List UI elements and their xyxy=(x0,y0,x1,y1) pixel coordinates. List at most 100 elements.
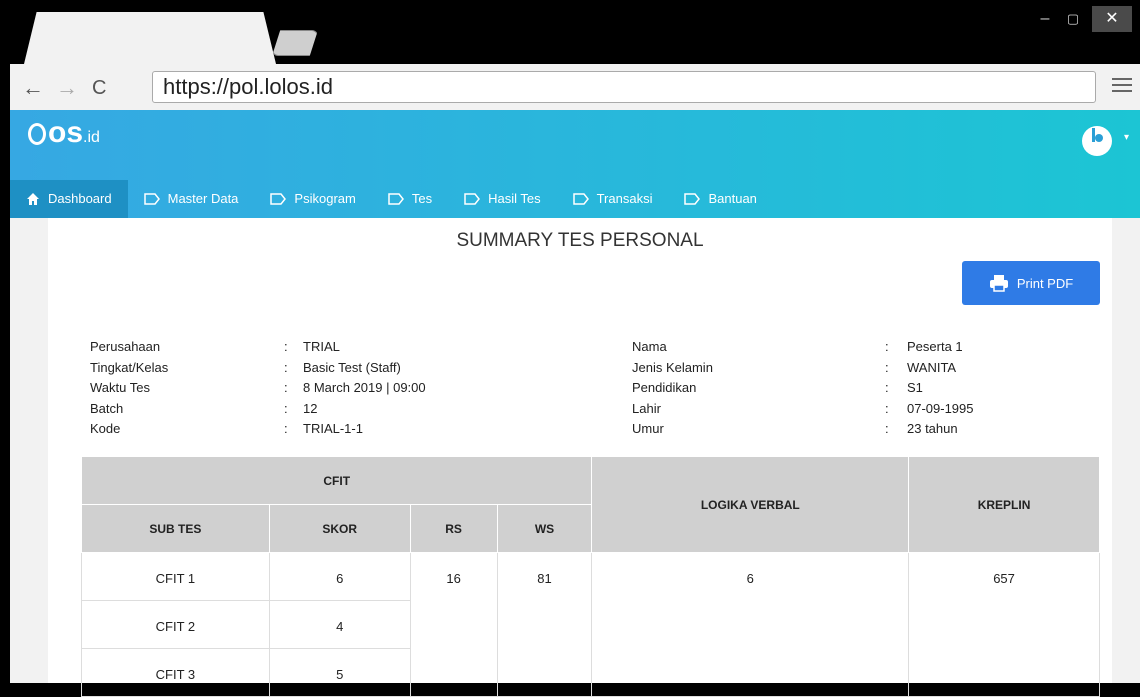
info-sep: : xyxy=(885,421,889,436)
info-sep: : xyxy=(284,421,288,436)
info-label: Jenis Kelamin xyxy=(632,359,713,375)
maximize-button[interactable]: ▢ xyxy=(1060,6,1086,32)
cell-rs: 16 xyxy=(409,552,498,697)
info-label: Tingkat/Kelas xyxy=(90,359,169,375)
info-label: Lahir xyxy=(632,400,661,416)
header-rs: RS xyxy=(409,504,498,553)
info-row: Jenis Kelamin: WANITA xyxy=(632,358,1092,379)
printer-icon xyxy=(989,275,1008,292)
info-row: Pendidikan: S1 xyxy=(632,378,1092,399)
page-title: SUMMARY TES PERSONAL xyxy=(456,230,704,251)
browser-tab[interactable] xyxy=(24,12,276,64)
tab-strip: – ▢ ✕ xyxy=(10,0,1140,64)
info-row: Waktu Tes:8 March 2019 | 09:00 xyxy=(90,378,590,399)
info-label: Perusahaan xyxy=(90,339,161,354)
info-value: TRIAL xyxy=(303,339,340,354)
print-pdf-label: Print PDF xyxy=(1016,275,1074,291)
close-window-button[interactable]: ✕ xyxy=(1092,6,1132,32)
nav-item-dashboard[interactable]: Dashboard xyxy=(10,180,128,218)
cell-skor: 5 xyxy=(268,648,411,697)
tag-icon xyxy=(388,193,404,205)
chevron-down-icon[interactable]: ▾ xyxy=(1124,132,1129,143)
info-value: TRIAL-1-1 xyxy=(303,421,363,436)
address-bar[interactable]: https://pol.lolos.id xyxy=(152,71,1096,103)
info-value: 23 tahun xyxy=(907,421,958,436)
nav-item-hasil-tes[interactable]: Hasil Tes xyxy=(448,180,557,218)
info-value: 12 xyxy=(303,400,318,416)
info-sep: : xyxy=(284,400,288,416)
info-row: Perusahaan: TRIAL xyxy=(90,337,590,358)
app-header: os.id ▾ xyxy=(10,110,1140,180)
hamburger-menu-icon[interactable] xyxy=(1112,74,1132,98)
back-arrow-icon[interactable]: ← xyxy=(22,74,44,102)
cell-sub-tes: CFIT 1 xyxy=(81,552,270,601)
info-row: Nama: Peserta 1 xyxy=(632,337,1092,358)
cell-skor: 6 xyxy=(268,552,411,601)
info-row: Tingkat/Kelas: Basic Test (Staff) xyxy=(90,358,590,379)
header-kreplin: KREPLIN xyxy=(908,456,1100,553)
header-ws: WS xyxy=(496,504,593,553)
info-label: Batch xyxy=(90,400,124,416)
tag-icon xyxy=(143,193,160,205)
tag-icon xyxy=(572,193,589,205)
nav-item-tes[interactable]: Tes xyxy=(372,180,448,218)
header-logika-verbal: LOGIKA VERBAL xyxy=(591,456,910,553)
summary-table: CFIT LOGIKA VERBAL KREPLIN SUB TES SKOR … xyxy=(80,456,1100,697)
new-tab-button[interactable] xyxy=(272,30,318,56)
avatar[interactable] xyxy=(1082,126,1112,156)
info-row: Lahir: 07-09-1995 xyxy=(632,399,1092,420)
info-label: Umur xyxy=(632,421,664,436)
minimize-button[interactable]: – xyxy=(1032,6,1058,32)
info-sep: : xyxy=(284,380,288,395)
nav-item-transaksi[interactable]: Transaksi xyxy=(557,180,669,218)
reload-icon[interactable]: C xyxy=(92,74,106,102)
table-row: CFIT 1 6 16 81 6 657 xyxy=(81,552,1100,697)
forward-arrow-icon[interactable]: → xyxy=(56,74,78,102)
info-row: Kode: TRIAL-1-1 xyxy=(90,419,590,440)
info-left: Perusahaan: TRIAL Tingkat/Kelas: Basic Tes… xyxy=(90,337,590,440)
nav-item-label: Psikogram xyxy=(294,191,356,206)
nav-item-bantuan[interactable]: Bantuan xyxy=(668,180,772,218)
table-header-row: CFIT LOGIKA VERBAL KREPLIN xyxy=(80,456,1100,553)
info-row: Batch:12 xyxy=(90,399,590,420)
cell-logika-verbal: 6 xyxy=(591,552,910,697)
logo-suffix: .id xyxy=(83,129,100,146)
info-sep: : xyxy=(885,380,889,395)
header-sub-tes: SUB TES xyxy=(81,504,270,553)
logo-text: os xyxy=(48,116,84,149)
info-value: Basic Test (Staff) xyxy=(303,359,401,375)
header-cfit: CFIT xyxy=(80,456,593,505)
browser-window: – ▢ ✕ ← → C https://pol.lolos.id os.id ▾… xyxy=(10,0,1140,697)
info-label: Pendidikan xyxy=(632,380,697,395)
nav-item-psikogram[interactable]: Psikogram xyxy=(254,180,371,218)
nav-item-master-data[interactable]: Master Data xyxy=(128,180,255,218)
home-icon xyxy=(27,193,39,205)
info-value: 8 March 2019 | 09:00 xyxy=(303,380,426,395)
nav-item-label: Tes xyxy=(411,191,433,206)
cell-sub-tes: CFIT 2 xyxy=(81,600,270,649)
nav-item-label: Dashboard xyxy=(48,191,112,206)
info-sep: : xyxy=(284,359,288,375)
info-value: 07-09-1995 xyxy=(907,400,974,416)
info-sep: : xyxy=(885,400,889,416)
logo-mark-icon xyxy=(28,123,46,146)
info-label: Nama xyxy=(632,339,667,354)
info-sep: : xyxy=(885,359,889,375)
cell-sub-tes: CFIT 3 xyxy=(81,648,270,697)
tag-icon xyxy=(684,193,701,205)
logo[interactable]: os.id xyxy=(28,116,100,150)
nav-item-label: Master Data xyxy=(167,191,239,206)
info-value: S1 xyxy=(907,380,923,395)
user-logo-icon xyxy=(1092,128,1103,142)
info-right: Nama: Peserta 1 Jenis Kelamin: WANITA Pend… xyxy=(632,337,1092,440)
info-value: Peserta 1 xyxy=(907,339,963,354)
print-pdf-button[interactable]: Print PDF xyxy=(962,261,1100,305)
cell-ws: 81 xyxy=(496,552,593,697)
content-panel: SUMMARY TES PERSONAL Print PDF Perusahaa… xyxy=(48,218,1112,697)
cell-skor: 4 xyxy=(268,600,411,649)
info-value: WANITA xyxy=(907,359,957,375)
info-label: Kode xyxy=(90,421,121,436)
info-sep: : xyxy=(284,339,288,354)
tag-icon xyxy=(270,193,287,205)
info-label: Waktu Tes xyxy=(90,380,150,395)
